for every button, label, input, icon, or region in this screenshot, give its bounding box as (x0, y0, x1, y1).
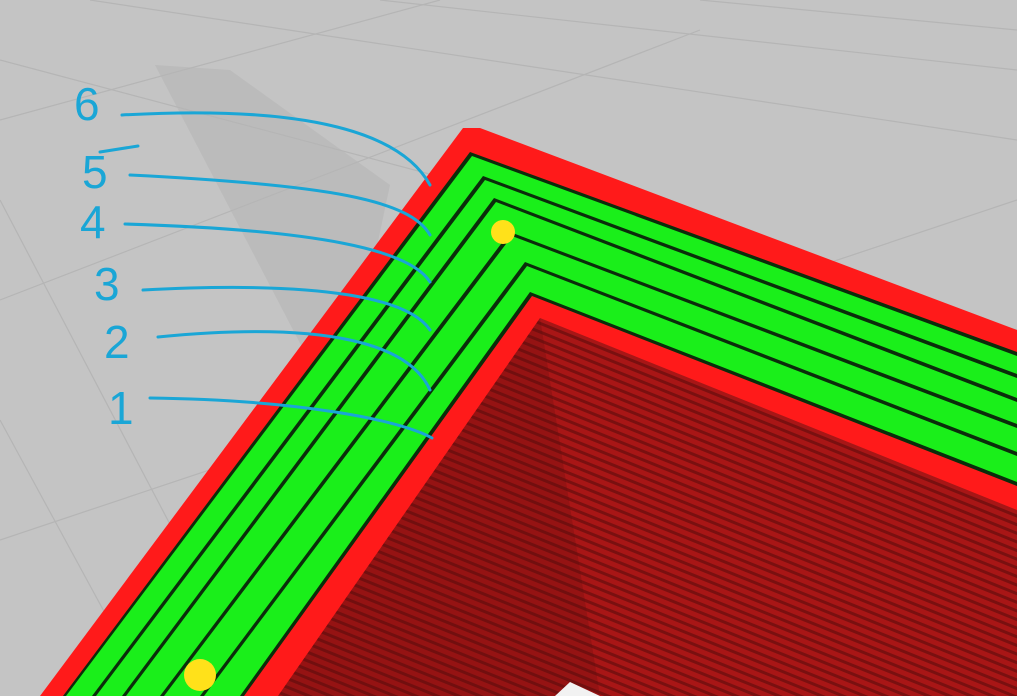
perimeter-label-2: 2 (104, 316, 130, 368)
layer-preview-scene: 6 5 4 3 2 1 (0, 0, 1017, 696)
annotation-labels: 6 5 4 3 2 1 (74, 78, 134, 434)
perimeter-label-3: 3 (94, 258, 120, 310)
perimeter-label-6: 6 (74, 78, 100, 130)
slicer-preview-viewport[interactable]: 6 5 4 3 2 1 (0, 0, 1017, 696)
print-perimeters (40, 128, 1017, 696)
perimeter-label-5: 5 (82, 146, 108, 198)
perimeter-label-4: 4 (80, 196, 106, 248)
seam-marker (491, 220, 515, 244)
seam-marker (184, 659, 216, 691)
perimeter-label-1: 1 (108, 382, 134, 434)
